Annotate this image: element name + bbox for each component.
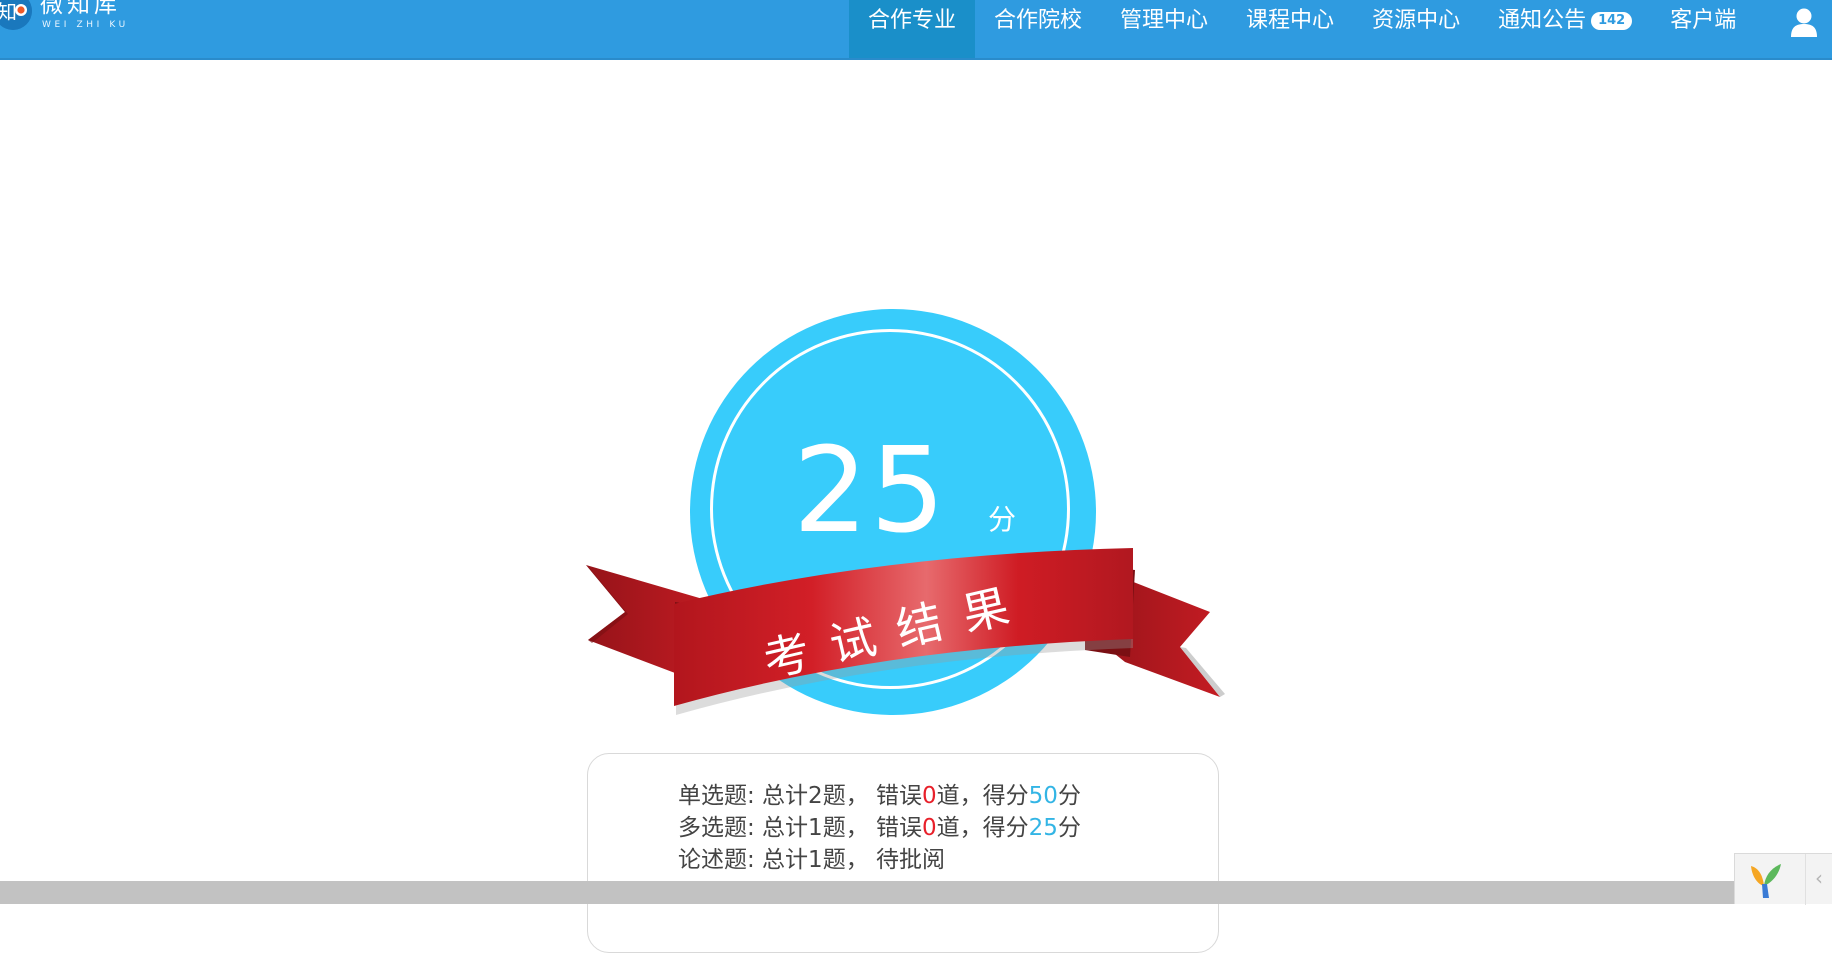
result-row-mid: 道，得分 [936,815,1029,841]
wrong-count: 0 [922,783,937,809]
widget-divider [1805,854,1806,905]
result-row-multiple-choice: 多选题: 总计1题， 错误0道，得分25分 [678,812,1081,844]
nav-item-cooperative-majors[interactable]: 合作专业 [849,0,976,60]
result-row-prefix: 单选题: 总计2题， 错误 [678,783,923,809]
chevron-left-icon[interactable]: ‹ [1815,868,1823,888]
debug-toolbar-toggle[interactable]: ‹ [1734,853,1832,905]
nav-item-cooperative-colleges[interactable]: 合作院校 [975,0,1101,60]
logo-name-en: WEI ZHI KU [42,20,129,30]
nav-item-label: 通知公告 [1498,8,1587,33]
logo-name-cn: 微知库 [40,0,121,18]
section-score: 50 [1028,783,1058,809]
result-summary-list: 单选题: 总计2题， 错误0道，得分50分 多选题: 总计1题， 错误0道，得分… [678,780,1081,876]
bottom-scroll-bar [0,881,1832,904]
top-navigation-bar: 知 微知库 WEI ZHI KU 合作专业 合作院校 管理中心 课程中心 资源中… [0,0,1832,60]
nav-item-client[interactable]: 客户端 [1651,0,1755,60]
svg-text:知: 知 [0,0,17,24]
result-row-prefix: 多选题: 总计1题， 错误 [678,815,923,841]
result-row-text: 论述题: 总计1题， 待批阅 [678,847,946,873]
nav-item-management-center[interactable]: 管理中心 [1101,0,1227,60]
yii-logo-icon [1751,864,1781,898]
nav-item-label: 资源中心 [1372,8,1461,33]
result-row-suffix: 分 [1057,783,1081,809]
nav-item-course-center[interactable]: 课程中心 [1227,0,1353,60]
nav-item-label: 合作院校 [994,8,1083,33]
result-row-mid: 道，得分 [936,783,1029,809]
site-logo[interactable]: 知 微知库 WEI ZHI KU [0,0,144,40]
logo-mark-icon: 知 [0,0,32,30]
main-nav: 合作专业 合作院校 管理中心 课程中心 资源中心 通知公告 142 客户端 [849,0,1755,60]
nav-item-label: 课程中心 [1246,8,1335,33]
result-row-essay: 论述题: 总计1题， 待批阅 [678,844,1081,876]
nav-item-announcements[interactable]: 通知公告 142 [1479,0,1651,60]
nav-item-label: 客户端 [1670,8,1737,33]
nav-item-label: 合作专业 [868,8,957,33]
user-icon[interactable] [1790,7,1818,37]
result-row-single-choice: 单选题: 总计2题， 错误0道，得分50分 [678,780,1081,812]
score-unit: 分 [988,503,1017,536]
exam-result-ribbon: 考试结果 [586,548,1225,715]
nav-item-label: 管理中心 [1120,8,1209,33]
nav-item-resource-center[interactable]: 资源中心 [1353,0,1479,60]
section-score: 25 [1028,815,1058,841]
wrong-count: 0 [922,815,937,841]
result-row-suffix: 分 [1057,815,1081,841]
notification-count-badge: 142 [1591,12,1633,30]
